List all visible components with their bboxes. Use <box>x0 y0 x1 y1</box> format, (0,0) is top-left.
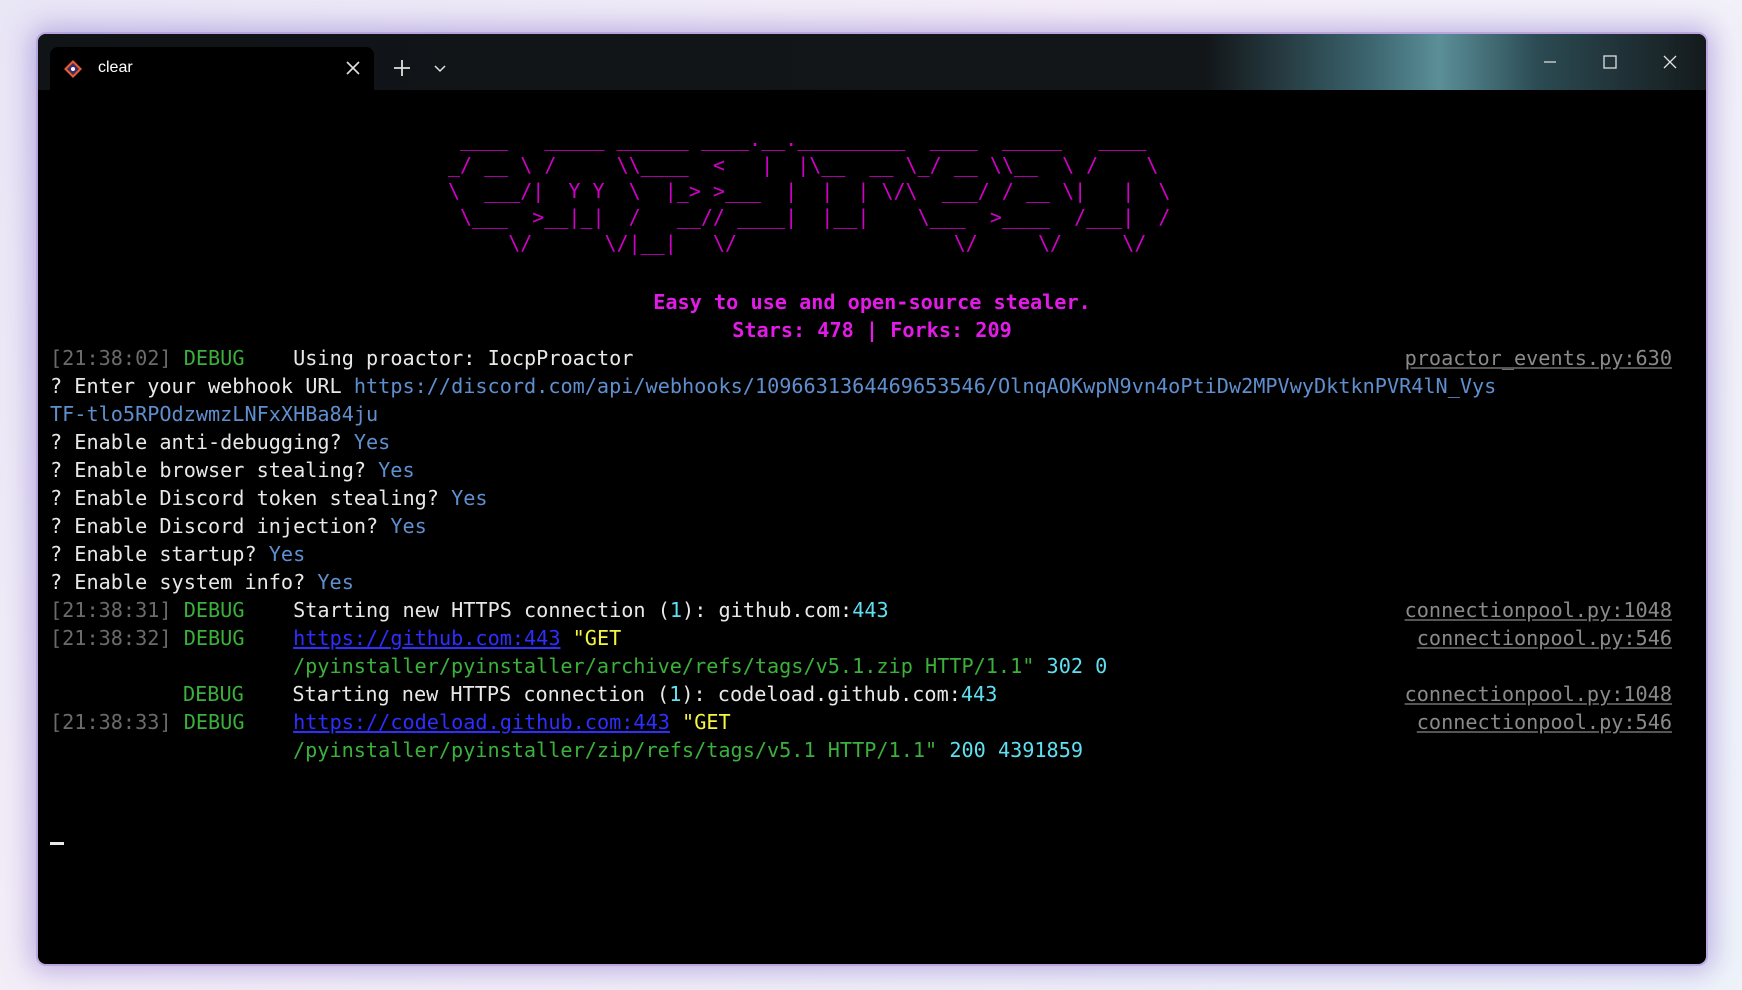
timestamp: [21:38:32] <box>50 626 172 650</box>
http-method: "GET <box>669 710 731 734</box>
question-text: ? Enable Discord injection? <box>50 514 391 538</box>
question-browser-stealing: ? Enable browser stealing? Yes <box>50 456 415 484</box>
log-line: [21:38:31] DEBUG Starting new HTTPS conn… <box>50 596 889 624</box>
log-line: [21:38:32] DEBUG https://github.com:443 … <box>50 624 621 652</box>
banner-line: \ ___/| Y Y \ |_> >___ | | | \/\ ___/ / … <box>448 179 1171 203</box>
webhook-url-continued: TF-tlo5RPOdzwmzLNFxXHBa84ju <box>50 400 378 428</box>
question-startup: ? Enable startup? Yes <box>50 540 305 568</box>
new-tab-icon[interactable] <box>390 56 414 80</box>
log-message: ): github.com: <box>682 598 853 622</box>
request-link[interactable]: https://codeload.github.com:443 <box>293 710 670 734</box>
log-level: DEBUG <box>183 682 244 706</box>
minimize-icon[interactable] <box>1534 46 1566 78</box>
webhook-url: https://discord.com/api/webhooks/1096631… <box>353 374 1497 398</box>
maximize-icon[interactable] <box>1594 46 1626 78</box>
tab-clear[interactable]: clear <box>50 47 374 90</box>
title-bar: clear <box>38 34 1706 90</box>
webhook-url-tail: TF-tlo5RPOdzwmzLNFxXHBa84ju <box>50 402 379 426</box>
request-link[interactable]: https://github.com:443 <box>293 626 560 650</box>
timestamp: [21:38:33] <box>50 710 172 734</box>
terminal-window: clear ____ _____ ______ ____.__.________… <box>38 34 1706 964</box>
question-text: ? Enable Discord token stealing? <box>50 486 452 510</box>
log-level: DEBUG <box>183 710 245 734</box>
webhook-prompt: ? Enter your webhook URL <box>50 374 354 398</box>
log-source[interactable]: connectionpool.py:546 <box>1417 708 1672 736</box>
port: 443 <box>960 682 998 706</box>
close-window-icon[interactable] <box>1654 46 1686 78</box>
banner-line: \/ \/|__| \/ \/ \/ \/ <box>448 231 1159 255</box>
question-system-info: ? Enable system info? Yes <box>50 568 354 596</box>
log-line: [21:38:33] DEBUG https://codeload.github… <box>50 708 731 736</box>
git-bash-icon <box>64 60 82 78</box>
log-message: Using proactor: IocpProactor <box>293 346 634 370</box>
log-source[interactable]: connectionpool.py:1048 <box>1405 596 1672 624</box>
banner-line: ____ _____ ______ ____.__._________ ____… <box>448 127 1159 151</box>
log-level: DEBUG <box>183 626 245 650</box>
close-tab-icon[interactable] <box>344 59 362 77</box>
banner-line: \___ >__|_| / __// ____| |__| \___ >____… <box>448 205 1171 229</box>
answer: Yes <box>451 486 488 510</box>
webhook-prompt-line: ? Enter your webhook URL https://discord… <box>50 372 1496 400</box>
log-message: ): codeload.github.com: <box>681 682 961 706</box>
tab-title: clear <box>98 59 133 76</box>
log-message: Starting new HTTPS connection ( <box>292 682 670 706</box>
text-cursor <box>50 842 64 845</box>
answer: Yes <box>268 542 306 566</box>
request-path: /pyinstaller/pyinstaller/archive/refs/ta… <box>293 654 1035 678</box>
timestamp: [21:38:02] <box>50 346 172 370</box>
tagline: Easy to use and open-source stealer. <box>653 290 1091 314</box>
log-level: DEBUG <box>183 598 245 622</box>
log-source[interactable]: proactor_events.py:630 <box>1405 344 1672 372</box>
connection-count: 1 <box>669 598 683 622</box>
http-method: "GET <box>560 626 622 650</box>
log-message: Starting new HTTPS connection ( <box>293 598 670 622</box>
question-anti-debugging: ? Enable anti-debugging? Yes <box>50 428 390 456</box>
log-level: DEBUG <box>183 346 245 370</box>
terminal-output[interactable]: ____ _____ ______ ____.__._________ ____… <box>38 90 1706 964</box>
log-source[interactable]: connectionpool.py:1048 <box>1405 680 1672 708</box>
connection-count: 1 <box>669 682 682 706</box>
log-line-continued: /pyinstaller/pyinstaller/archive/refs/ta… <box>293 652 1107 680</box>
log-source[interactable]: connectionpool.py:546 <box>1417 624 1672 652</box>
question-discord-injection: ? Enable Discord injection? Yes <box>50 512 427 540</box>
answer: Yes <box>353 430 391 454</box>
request-path: /pyinstaller/pyinstaller/zip/refs/tags/v… <box>293 738 938 762</box>
timestamp: [21:38:31] <box>50 598 172 622</box>
question-text: ? Enable anti-debugging? <box>50 430 354 454</box>
log-line: DEBUG Starting new HTTPS connection (1):… <box>183 680 997 708</box>
answer: Yes <box>317 570 354 594</box>
response-status: 200 4391859 <box>937 738 1084 762</box>
log-line-continued: /pyinstaller/pyinstaller/zip/refs/tags/v… <box>293 736 1083 764</box>
question-text: ? Enable system info? <box>50 570 318 594</box>
ascii-banner: ____ _____ ______ ____.__._________ ____… <box>38 126 1706 308</box>
response-status: 302 0 <box>1034 654 1108 678</box>
port: 443 <box>852 598 889 622</box>
question-text: ? Enable browser stealing? <box>50 458 379 482</box>
question-token-stealing: ? Enable Discord token stealing? Yes <box>50 484 488 512</box>
question-text: ? Enable startup? <box>50 542 269 566</box>
answer: Yes <box>390 514 427 538</box>
banner-line: _/ __ \ / \\____ < | |\__ __ \_/ __ \\__… <box>448 153 1159 177</box>
repo-stats: Stars: 478 | Forks: 209 <box>732 318 1012 342</box>
log-line: [21:38:02] DEBUG Using proactor: IocpPro… <box>50 344 633 372</box>
answer: Yes <box>378 458 415 482</box>
chevron-down-icon[interactable] <box>432 60 448 76</box>
